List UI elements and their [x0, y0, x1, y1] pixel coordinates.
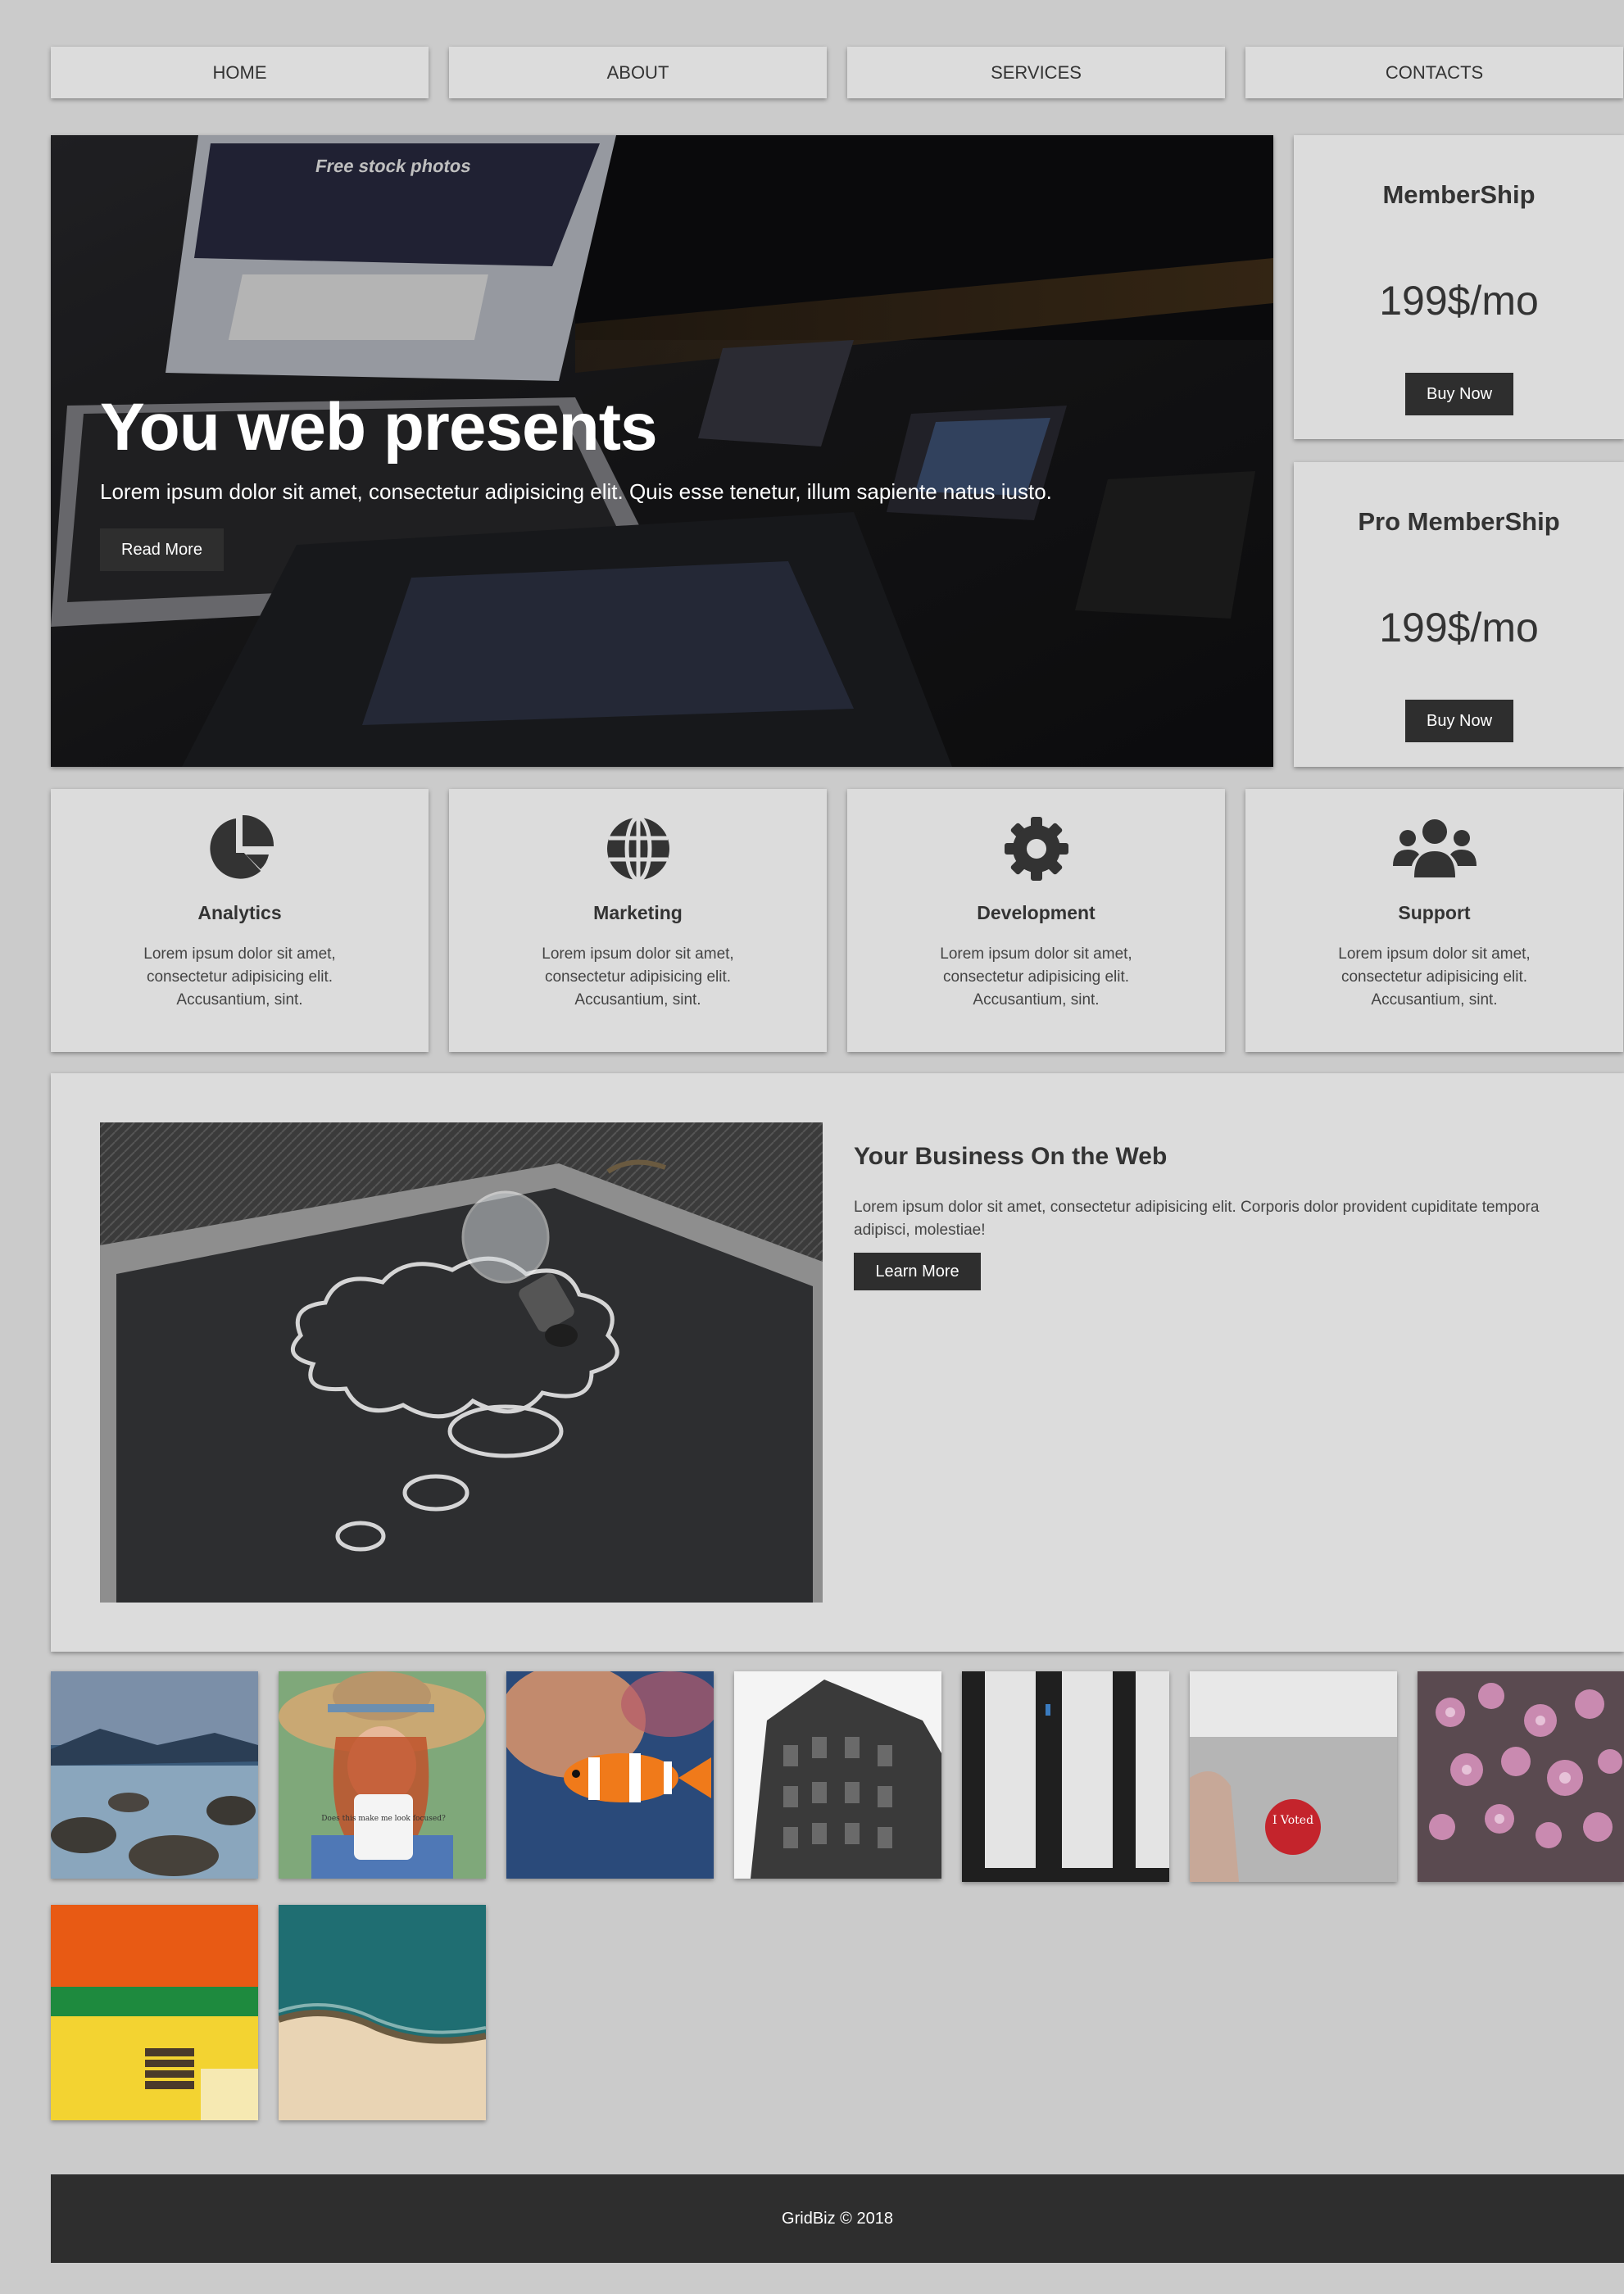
- hero-banner: Free stock photos You web presents Lorem…: [51, 135, 1273, 767]
- lightbulb-chalkboard-image: [100, 1122, 823, 1603]
- pro-membership-buy-button[interactable]: Buy Now: [1405, 700, 1513, 742]
- nav-contacts-link[interactable]: CONTACTS: [1245, 47, 1623, 98]
- pro-membership-title: Pro MemberShip: [1358, 507, 1560, 536]
- feature-development: Development Lorem ipsum dolor sit amet, …: [847, 789, 1225, 1052]
- membership-price: 199$/mo: [1379, 278, 1539, 324]
- feature-support: Support Lorem ipsum dolor sit amet, cons…: [1245, 789, 1623, 1052]
- business-section: Your Business On the Web Lorem ipsum dol…: [51, 1073, 1624, 1652]
- gallery-image-building[interactable]: [734, 1671, 941, 1879]
- feature-title: Analytics: [197, 902, 282, 923]
- membership-title: MemberShip: [1382, 180, 1536, 209]
- read-more-button[interactable]: Read More: [100, 528, 224, 571]
- membership-card: MemberShip 199$/mo Buy Now: [1294, 135, 1624, 439]
- feature-description: Lorem ipsum dolor sit amet, consectetur …: [940, 945, 1132, 1009]
- gallery-image-i-voted[interactable]: I Voted: [1190, 1671, 1397, 1882]
- pie-chart-icon: [209, 814, 274, 879]
- feature-title: Marketing: [593, 902, 683, 923]
- pro-membership-card: Pro MemberShip 199$/mo Buy Now: [1294, 462, 1624, 767]
- pro-membership-price: 199$/mo: [1379, 605, 1539, 651]
- feature-title: Support: [1398, 902, 1471, 923]
- nav-about-link[interactable]: ABOUT: [449, 47, 827, 98]
- feature-description: Lorem ipsum dolor sit amet, consectetur …: [1338, 945, 1531, 1009]
- sticker-text: I Voted: [1272, 1814, 1313, 1827]
- business-description: Lorem ipsum dolor sit amet, consectetur …: [854, 1199, 1540, 1239]
- feature-description: Lorem ipsum dolor sit amet, consectetur …: [542, 945, 734, 1009]
- users-icon: [1392, 819, 1477, 877]
- business-title: Your Business On the Web: [854, 1143, 1168, 1170]
- mug-text: Does this make me look focused?: [321, 1815, 446, 1823]
- nav-home-link[interactable]: HOME: [51, 47, 429, 98]
- gallery-image-sea-rocks[interactable]: [51, 1671, 258, 1879]
- globe-icon: [606, 815, 669, 882]
- gallery-image-aerial-beach[interactable]: [279, 1905, 486, 2120]
- feature-title: Development: [977, 902, 1096, 923]
- feature-analytics: Analytics Lorem ipsum dolor sit amet, co…: [51, 789, 429, 1052]
- gallery-image-woman-mug[interactable]: Does this make me look focused?: [279, 1671, 486, 1879]
- gallery-image-colorful-wall[interactable]: [51, 1905, 258, 2120]
- learn-more-button[interactable]: Learn More: [854, 1253, 981, 1290]
- hero-title: You web presents: [100, 390, 658, 465]
- gallery-image-pink-flowers[interactable]: [1418, 1671, 1624, 1882]
- gallery-image-clownfish[interactable]: [506, 1671, 714, 1879]
- gallery-image-aerial-road[interactable]: [962, 1671, 1169, 1882]
- footer-copyright: GridBiz © 2018: [782, 2210, 893, 2228]
- membership-buy-button[interactable]: Buy Now: [1405, 373, 1513, 415]
- gear-icon: [1004, 817, 1068, 881]
- footer: GridBiz © 2018: [51, 2174, 1624, 2263]
- feature-description: Lorem ipsum dolor sit amet, consectetur …: [143, 945, 336, 1009]
- feature-marketing: Marketing Lorem ipsum dolor sit amet, co…: [449, 789, 827, 1052]
- hero-description: Lorem ipsum dolor sit amet, consectetur …: [100, 479, 1052, 504]
- nav-services-link[interactable]: SERVICES: [847, 47, 1225, 98]
